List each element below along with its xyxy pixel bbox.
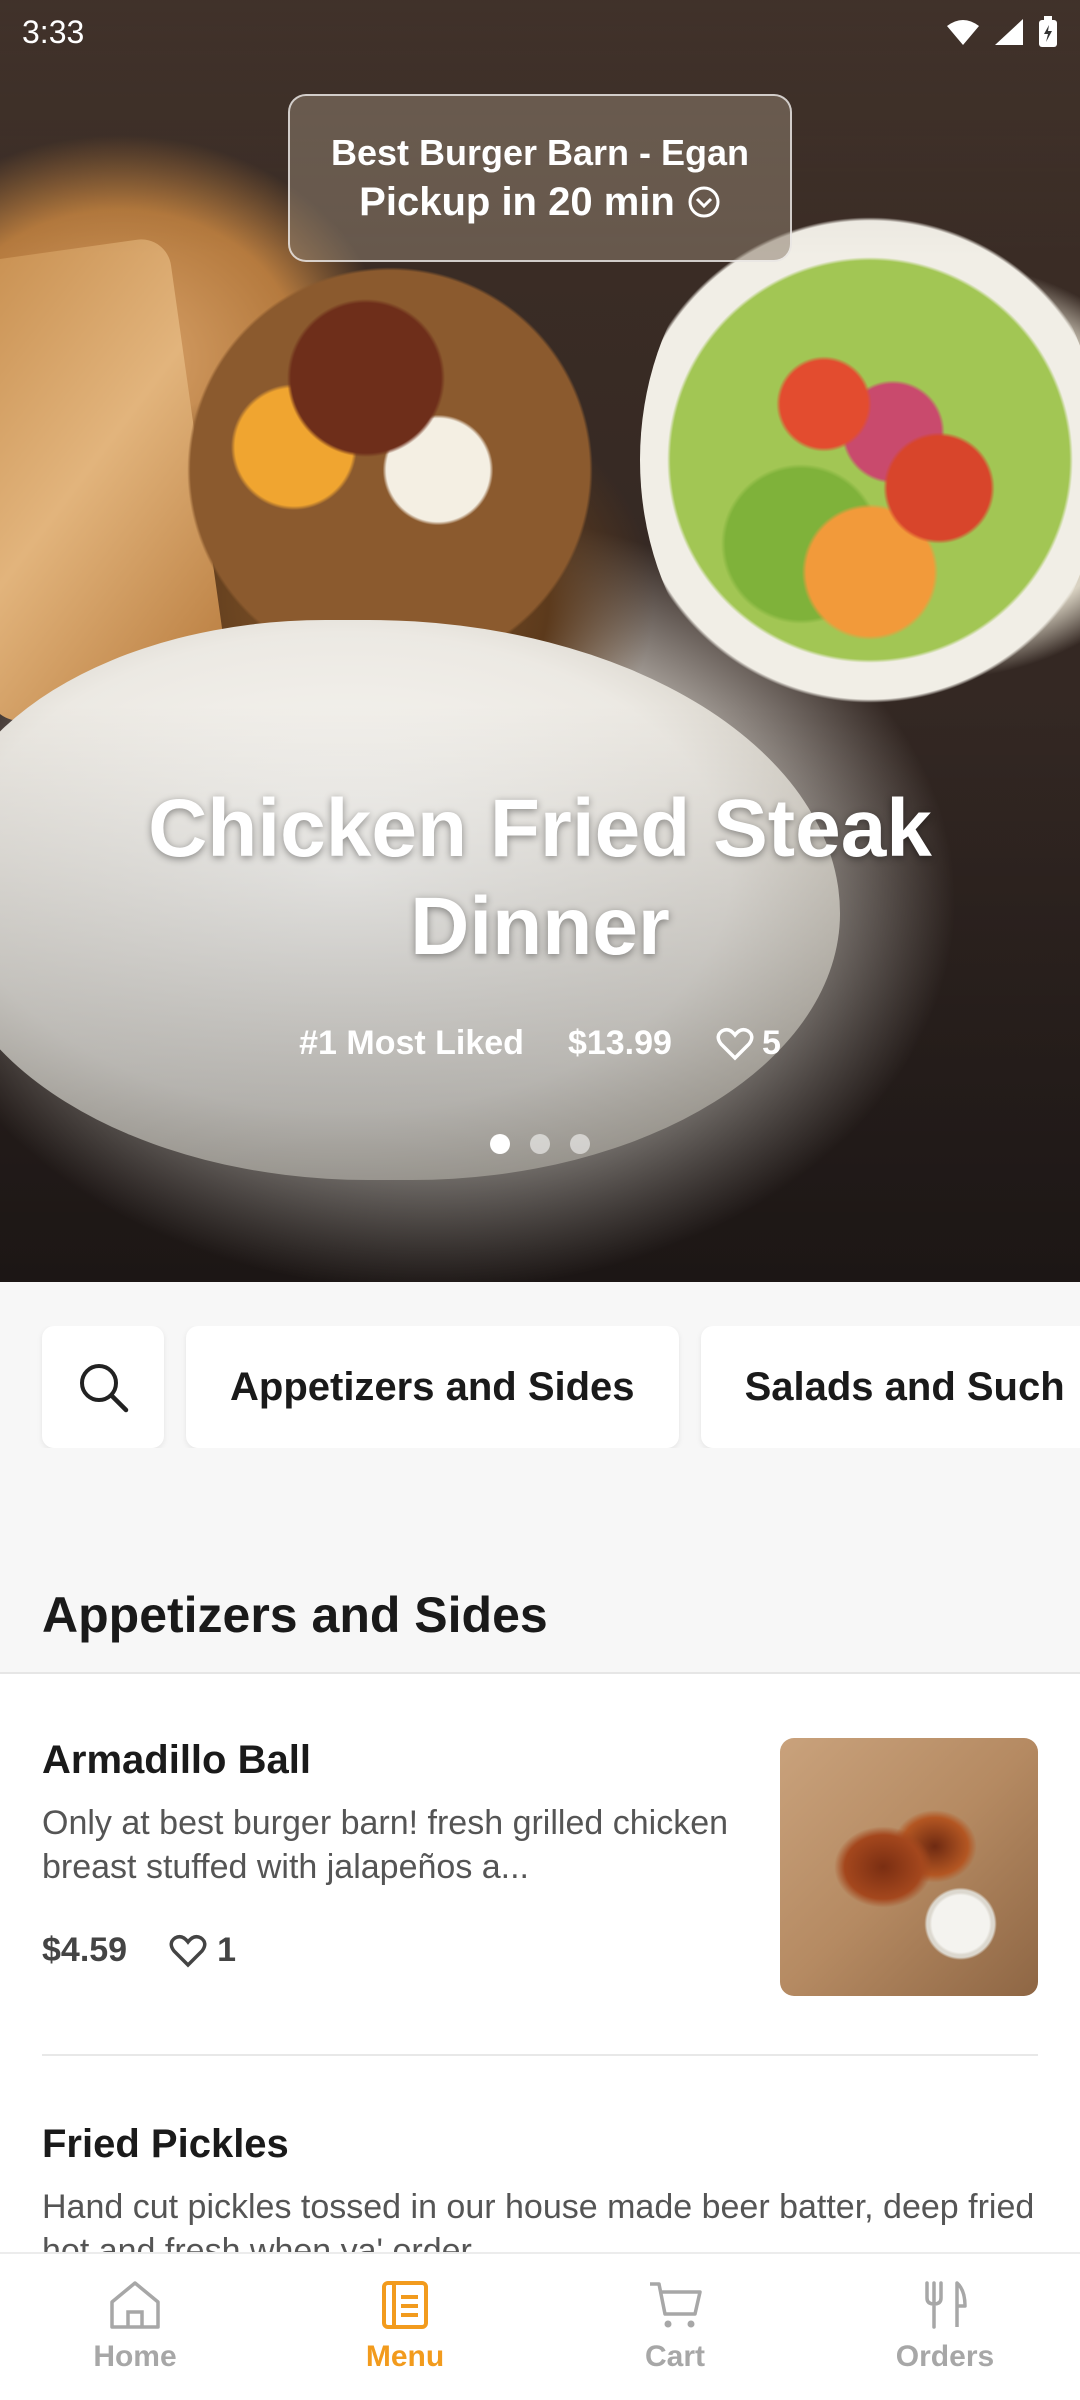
nav-orders[interactable]: Orders xyxy=(810,2254,1080,2400)
item-price: $4.59 xyxy=(42,1931,128,1969)
item-description: Hand cut pickles tossed in our house mad… xyxy=(42,2188,1035,2252)
search-button[interactable] xyxy=(42,1326,164,1448)
category-chip-appetizers[interactable]: Appetizers and Sides xyxy=(186,1326,679,1448)
nav-orders-label: Orders xyxy=(895,2340,995,2373)
bottom-nav: Home Menu Cart Orders xyxy=(0,2252,1080,2400)
home-icon xyxy=(110,2281,160,2329)
status-time: 3:33 xyxy=(22,13,85,50)
fork-knife-icon xyxy=(925,2281,967,2329)
menu-item-list: Armadillo Ball Only at best burger barn!… xyxy=(0,1672,1080,2252)
hero-rank: #1 Most Liked xyxy=(299,1024,524,1062)
heart-icon[interactable] xyxy=(169,1934,207,1968)
heart-icon xyxy=(716,1027,754,1060)
item-name: Fried Pickles xyxy=(42,2122,289,2166)
store-name: Best Burger Barn - Egan xyxy=(330,131,750,173)
carousel-dot[interactable] xyxy=(490,1134,510,1154)
item-likes-count: 1 xyxy=(217,1931,237,1969)
store-selector[interactable]: Best Burger Barn - Egan Pickup in 20 min xyxy=(288,94,792,262)
signal-icon xyxy=(995,19,1023,45)
carousel-dot[interactable] xyxy=(570,1134,590,1154)
category-bar: Appetizers and Sides Salads and Such xyxy=(0,1326,1080,1448)
nav-menu-label: Menu xyxy=(365,2340,445,2373)
category-chip-salads[interactable]: Salads and Such xyxy=(700,1326,1080,1448)
carousel-indicator xyxy=(0,1134,1080,1154)
battery-icon xyxy=(1039,16,1057,47)
hero-meta: #1 Most Liked $13.99 5 xyxy=(0,1024,1080,1063)
pickup-time: Pickup in 20 min xyxy=(359,179,675,224)
hero-likes-count: 5 xyxy=(761,1024,781,1062)
nav-home[interactable]: Home xyxy=(0,2254,270,2400)
search-icon xyxy=(80,1364,129,1413)
item-description: Only at best burger barn! fresh grilled … xyxy=(42,1804,729,1886)
hero-price: $13.99 xyxy=(567,1024,672,1062)
nav-cart[interactable]: Cart xyxy=(540,2254,810,2400)
item-photo xyxy=(780,1738,1038,1996)
menu-icon xyxy=(382,2281,428,2329)
cart-icon xyxy=(650,2282,702,2328)
chevron-down-circle-icon xyxy=(688,186,720,218)
carousel-dot[interactable] xyxy=(530,1134,550,1154)
section-title: Appetizers and Sides xyxy=(42,1587,548,1643)
nav-cart-label: Cart xyxy=(644,2340,705,2373)
menu-item[interactable]: Armadillo Ball Only at best burger barn!… xyxy=(42,1738,1038,2056)
hero-title[interactable]: Chicken Fried Steak Dinner xyxy=(40,780,1040,976)
wifi-icon xyxy=(947,20,979,45)
nav-home-label: Home xyxy=(93,2340,177,2373)
menu-item[interactable]: Fried Pickles Hand cut pickles tossed in… xyxy=(42,2122,1038,2252)
status-bar: 3:33 xyxy=(0,0,1080,64)
nav-menu[interactable]: Menu xyxy=(270,2254,540,2400)
